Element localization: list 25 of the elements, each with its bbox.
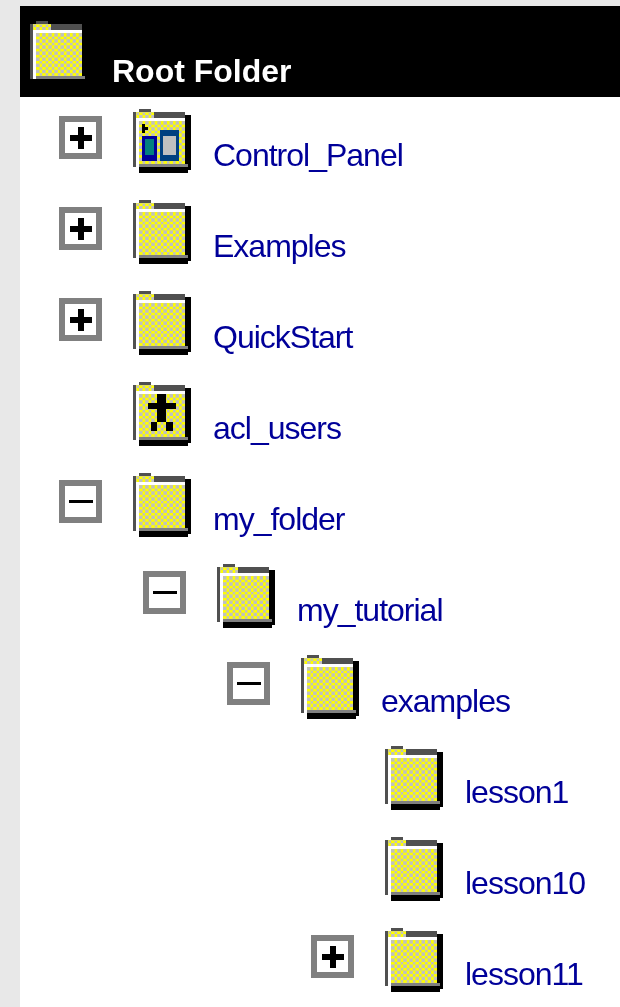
expander-toggle[interactable] — [59, 298, 102, 341]
expander-toggle[interactable] — [59, 207, 102, 250]
tree-item-link[interactable]: QuickStart — [213, 321, 353, 353]
tree-item-link[interactable]: lesson11 — [465, 958, 583, 990]
tree-item-link[interactable]: examples — [381, 685, 510, 717]
tree-item-link[interactable]: acl_users — [213, 412, 341, 444]
tree-item-link[interactable]: my_folder — [213, 503, 345, 535]
tree-item-link[interactable]: Examples — [213, 230, 346, 262]
tree-item-link[interactable]: my_tutorial — [297, 594, 443, 626]
expander-toggle[interactable] — [59, 480, 102, 523]
plus-icon — [69, 217, 92, 240]
tree-item-link[interactable]: Control_Panel — [213, 139, 403, 171]
minus-icon — [68, 500, 93, 503]
plus-icon — [69, 308, 92, 331]
plus-icon — [69, 126, 92, 149]
tree-item-link[interactable]: lesson1 — [465, 776, 569, 808]
minus-icon — [236, 682, 261, 685]
tree-item-link[interactable]: lesson10 — [465, 867, 586, 899]
expander-toggle[interactable] — [59, 116, 102, 159]
expander-toggle[interactable] — [143, 571, 186, 614]
expander-toggle[interactable] — [311, 935, 354, 978]
plus-icon — [321, 945, 344, 968]
expander-toggle[interactable] — [227, 662, 270, 705]
header-title: Root Folder — [112, 55, 292, 87]
minus-icon — [152, 591, 177, 594]
